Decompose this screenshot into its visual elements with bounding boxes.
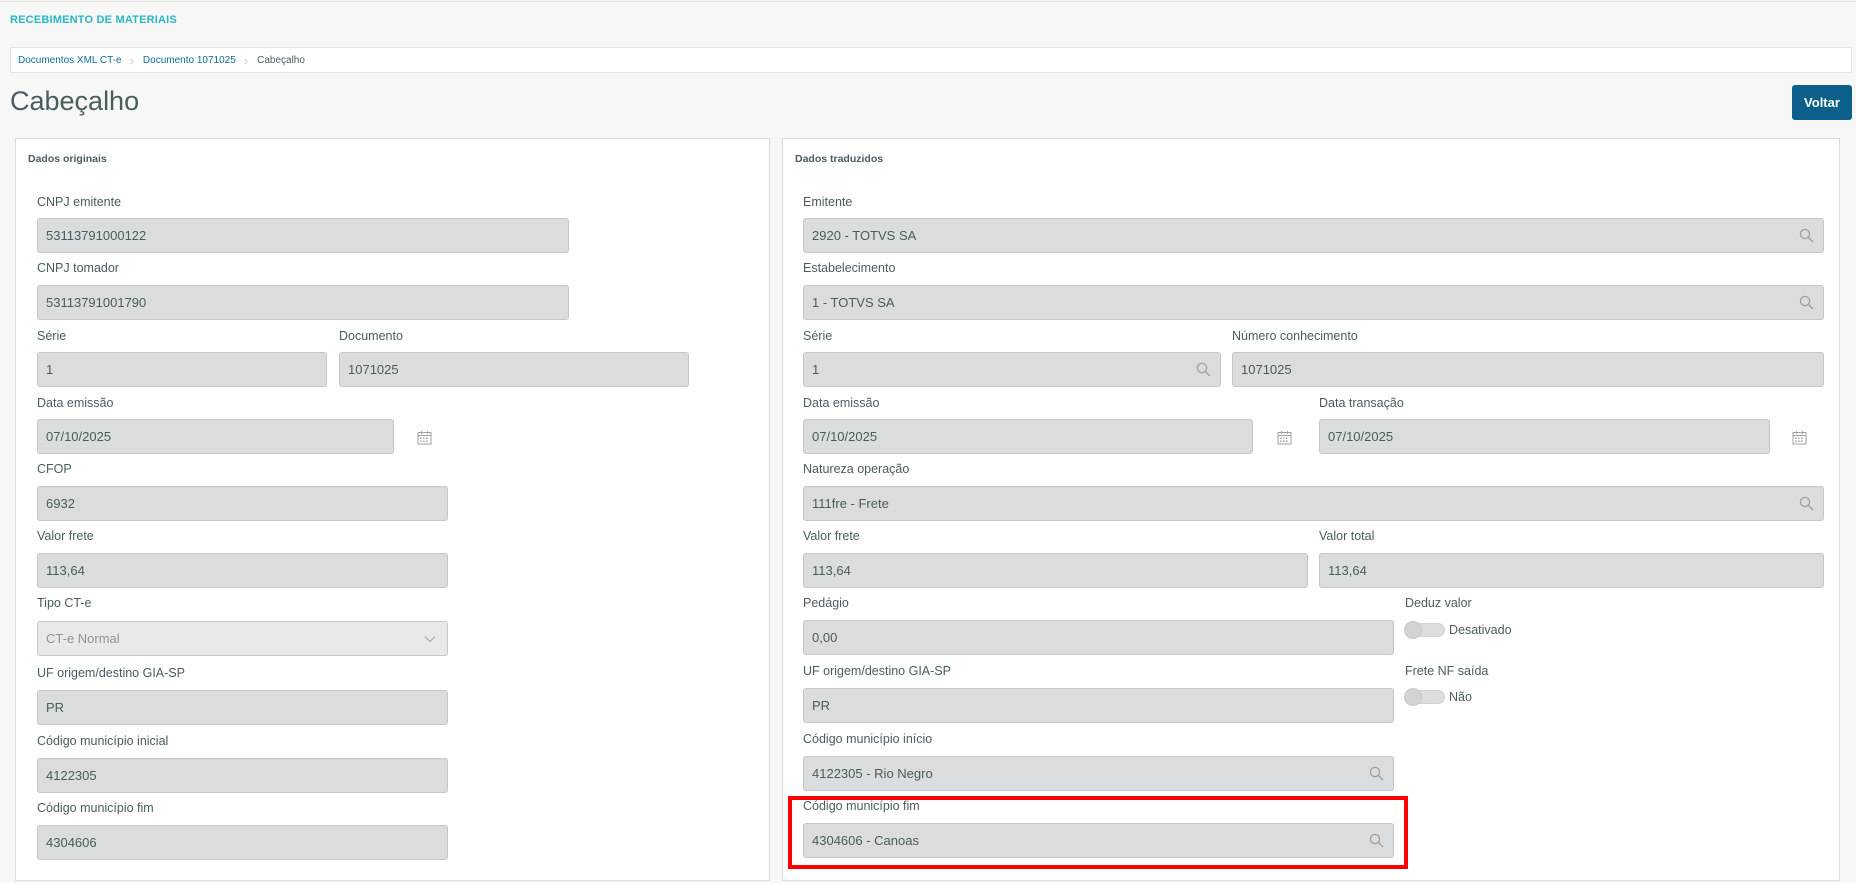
- search-icon[interactable]: [1789, 228, 1823, 243]
- uf-label: UF origem/destino GIA-SP: [37, 666, 185, 680]
- breadcrumb-item-documentos-xml[interactable]: Documentos XML CT-e: [18, 55, 122, 66]
- estabelecimento-label: Estabelecimento: [803, 261, 896, 275]
- breadcrumb-separator-icon: ›: [243, 52, 249, 68]
- deduz-valor-toggle[interactable]: [1404, 621, 1445, 639]
- municipio-inicial-field[interactable]: 4122305: [37, 758, 448, 793]
- valor-frete-field[interactable]: 113,64: [803, 553, 1308, 588]
- breadcrumb-separator-icon: ›: [129, 52, 134, 68]
- estabelecimento-field[interactable]: 1 - TOTVS SA: [803, 285, 1824, 320]
- serie-label: Série: [37, 329, 67, 343]
- search-icon[interactable]: [1789, 496, 1823, 511]
- search-icon[interactable]: [1359, 766, 1393, 781]
- page-title: Cabeçalho: [10, 86, 140, 116]
- frete-nf-saida-toggle[interactable]: [1404, 688, 1445, 706]
- cfop-field[interactable]: 6932: [37, 486, 448, 521]
- deduz-valor-label: Deduz valor: [1405, 596, 1472, 610]
- data-transacao-label: Data transação: [1319, 396, 1404, 410]
- tipo-cte-select[interactable]: CT-e Normal: [37, 621, 448, 656]
- calendar-icon[interactable]: [415, 428, 433, 446]
- municipio-inicial-label: Código município inicial: [37, 734, 169, 748]
- cnpj-tomador-field[interactable]: 53113791001790: [37, 285, 569, 320]
- pedagio-label: Pedágio: [803, 596, 849, 610]
- numero-conhecimento-label: Número conhecimento: [1232, 329, 1358, 343]
- cnpj-emitente-field[interactable]: 53113791000122: [37, 218, 569, 253]
- pedagio-field[interactable]: 0,00: [803, 620, 1394, 655]
- municipio-fim-label: Código município fim: [803, 799, 920, 813]
- search-icon[interactable]: [1789, 295, 1823, 310]
- numero-conhecimento-field[interactable]: 1071025: [1232, 352, 1824, 387]
- cfop-label: CFOP: [37, 462, 72, 476]
- serie-field[interactable]: 1: [803, 352, 1221, 387]
- original-data-panel: Dados originais CNPJ emitente 5311379100…: [15, 138, 770, 881]
- data-emissao-label: Data emissão: [803, 396, 880, 410]
- chevron-down-icon: [413, 635, 447, 643]
- valor-total-field[interactable]: 113,64: [1319, 553, 1824, 588]
- cnpj-tomador-label: CNPJ tomador: [37, 261, 119, 275]
- calendar-icon[interactable]: [1275, 428, 1293, 446]
- data-emissao-field[interactable]: 07/10/2025: [37, 419, 394, 454]
- valor-frete-label: Valor frete: [803, 529, 860, 543]
- breadcrumb: Documentos XML CT-e › Documento 1071025 …: [10, 47, 1852, 73]
- documento-field[interactable]: 1071025: [339, 352, 689, 387]
- natureza-operacao-field[interactable]: 111fre - Frete: [803, 486, 1824, 521]
- municipio-inicio-field[interactable]: 4122305 - Rio Negro: [803, 756, 1394, 791]
- breadcrumb-item-current: Cabeçalho: [257, 54, 305, 66]
- serie-label: Série: [803, 329, 833, 343]
- search-icon[interactable]: [1186, 362, 1220, 377]
- valor-frete-field[interactable]: 113,64: [37, 553, 448, 588]
- cnpj-emitente-label: CNPJ emitente: [37, 195, 122, 209]
- valor-frete-label: Valor frete: [37, 529, 94, 543]
- municipio-inicio-label: Código município início: [803, 732, 933, 746]
- uf-field[interactable]: PR: [37, 690, 448, 725]
- serie-field[interactable]: 1: [37, 352, 327, 387]
- frete-nf-saida-label: Frete NF saída: [1405, 664, 1489, 678]
- panel-title: Dados traduzidos: [795, 153, 884, 165]
- data-emissao-label: Data emissão: [37, 396, 114, 410]
- data-transacao-field[interactable]: 07/10/2025: [1319, 419, 1770, 454]
- top-divider: [0, 1, 1856, 2]
- search-icon[interactable]: [1359, 833, 1393, 848]
- uf-field[interactable]: PR: [803, 688, 1394, 723]
- frete-nf-saida-state: Não: [1449, 690, 1472, 704]
- municipio-fim-label: Código município fim: [37, 801, 154, 815]
- app-title: RECEBIMENTO DE MATERIAIS: [10, 14, 177, 26]
- valor-total-label: Valor total: [1319, 529, 1375, 543]
- panel-title: Dados originais: [28, 153, 107, 165]
- municipio-fim-field[interactable]: 4304606 - Canoas: [803, 823, 1394, 858]
- calendar-icon[interactable]: [1790, 428, 1808, 446]
- natureza-operacao-label: Natureza operação: [803, 462, 910, 476]
- translated-data-panel: Dados traduzidos Emitente 2920 - TOTVS S…: [782, 138, 1840, 881]
- municipio-fim-field[interactable]: 4304606: [37, 825, 448, 860]
- documento-label: Documento: [339, 329, 403, 343]
- deduz-valor-state: Desativado: [1449, 623, 1512, 637]
- breadcrumb-item-documento[interactable]: Documento 1071025: [143, 55, 236, 66]
- emitente-label: Emitente: [803, 195, 853, 209]
- uf-label: UF origem/destino GIA-SP: [803, 664, 951, 678]
- emitente-field[interactable]: 2920 - TOTVS SA: [803, 218, 1824, 253]
- data-emissao-field[interactable]: 07/10/2025: [803, 419, 1253, 454]
- back-button[interactable]: Voltar: [1792, 85, 1852, 120]
- tipo-cte-label: Tipo CT-e: [37, 596, 92, 610]
